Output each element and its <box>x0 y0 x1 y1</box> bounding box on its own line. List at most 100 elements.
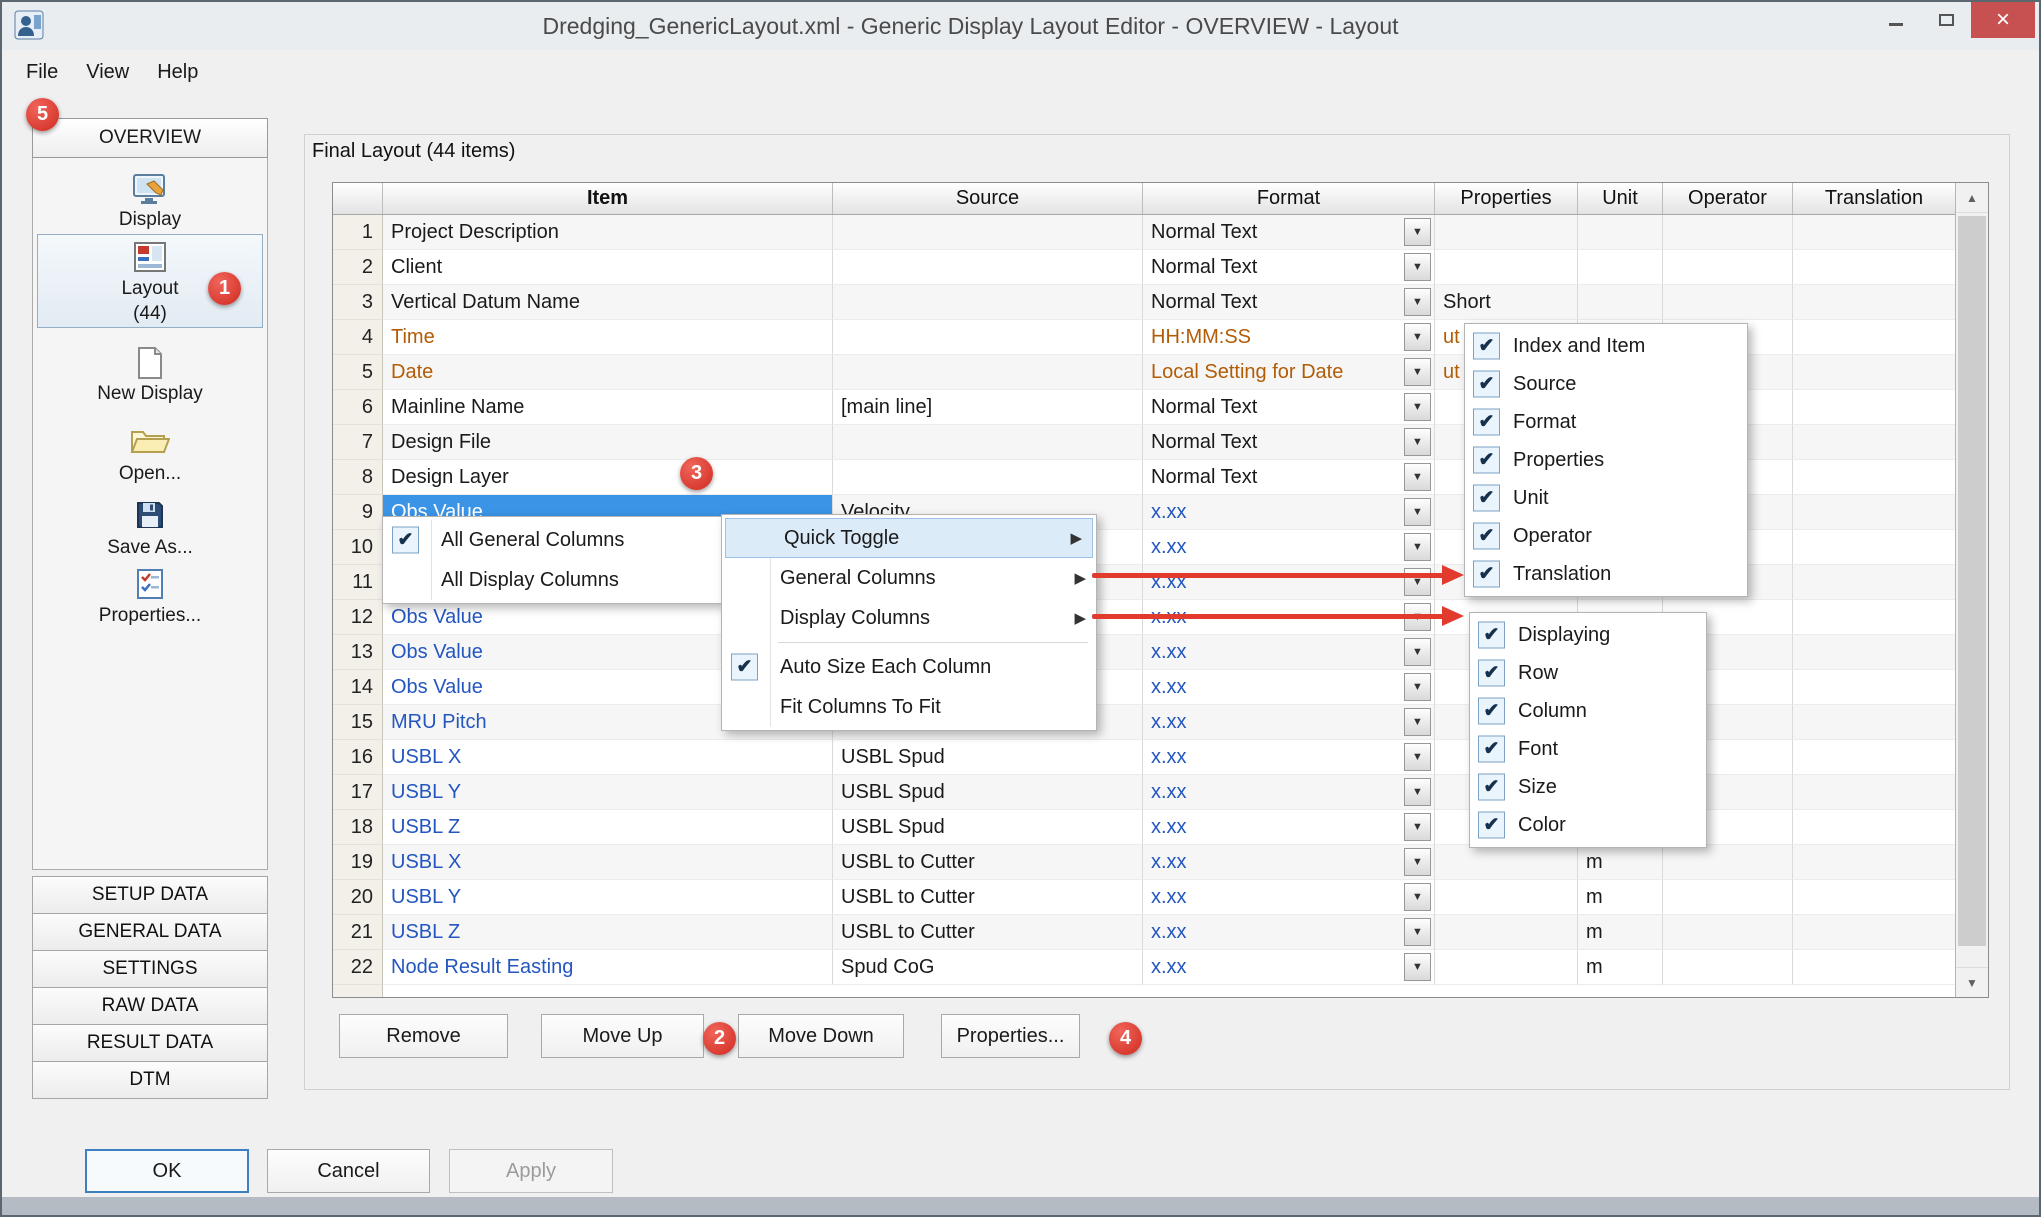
operator-cell[interactable] <box>1663 845 1793 880</box>
menu-item-all-display-columns[interactable]: All Display Columns <box>383 560 721 600</box>
scroll-down-icon[interactable]: ▼ <box>1956 967 1988 997</box>
format-cell[interactable]: x.xx▼ <box>1143 530 1435 565</box>
translation-cell[interactable] <box>1793 390 1956 425</box>
menu-help[interactable]: Help <box>143 50 212 94</box>
translation-cell[interactable] <box>1793 880 1956 915</box>
source-cell[interactable]: USBL to Cutter <box>833 845 1143 880</box>
menu-item-operator[interactable]: ✔Operator <box>1465 517 1747 555</box>
format-cell[interactable]: Normal Text▼ <box>1143 460 1435 495</box>
format-cell[interactable]: x.xx▼ <box>1143 915 1435 950</box>
properties-cell[interactable] <box>1435 215 1578 250</box>
menu-item-row[interactable]: ✔Row <box>1470 654 1706 692</box>
column-header-translation[interactable]: Translation <box>1793 183 1956 214</box>
format-cell[interactable]: Normal Text▼ <box>1143 390 1435 425</box>
translation-cell[interactable] <box>1793 530 1956 565</box>
row-number-cell[interactable]: 4 <box>333 320 383 355</box>
item-cell[interactable]: Date <box>383 355 833 390</box>
format-cell[interactable]: Normal Text▼ <box>1143 215 1435 250</box>
format-dropdown-arrow-icon[interactable]: ▼ <box>1404 883 1431 911</box>
properties-cell[interactable] <box>1435 880 1578 915</box>
sidebar-item-save-as[interactable]: Save As... <box>37 494 263 556</box>
row-number-cell[interactable]: 20 <box>333 880 383 915</box>
vertical-scrollbar[interactable]: ▲▼ <box>1955 183 1988 997</box>
row-number-cell[interactable]: 7 <box>333 425 383 460</box>
format-dropdown-arrow-icon[interactable]: ▼ <box>1404 638 1431 666</box>
menu-item-fit-columns-to-fit[interactable]: Fit Columns To Fit <box>722 687 1096 727</box>
source-cell[interactable]: [main line] <box>833 390 1143 425</box>
operator-cell[interactable] <box>1663 215 1793 250</box>
menu-item-unit[interactable]: ✔Unit <box>1465 479 1747 517</box>
translation-cell[interactable] <box>1793 495 1956 530</box>
properties-cell[interactable] <box>1435 845 1578 880</box>
sidebar-section-result-data[interactable]: RESULT DATA <box>32 1024 268 1062</box>
menu-item-source[interactable]: ✔Source <box>1465 365 1747 403</box>
menu-item-font[interactable]: ✔Font <box>1470 730 1706 768</box>
source-cell[interactable] <box>833 355 1143 390</box>
menu-item-quick-toggle[interactable]: Quick Toggle▶ <box>725 518 1093 558</box>
row-number-cell[interactable]: 13 <box>333 635 383 670</box>
table-row[interactable]: 22Node Result EastingSpud CoGx.xx▼m <box>333 950 1988 985</box>
row-number-cell[interactable]: 22 <box>333 950 383 985</box>
row-number-cell[interactable]: 9 <box>333 495 383 530</box>
row-number-cell[interactable]: 10 <box>333 530 383 565</box>
translation-cell[interactable] <box>1793 705 1956 740</box>
table-row[interactable]: 18USBL ZUSBL Spudx.xx▼ <box>333 810 1988 845</box>
ok-button[interactable]: OK <box>85 1149 249 1193</box>
table-row[interactable]: 17USBL YUSBL Spudx.xx▼ <box>333 775 1988 810</box>
row-number-cell[interactable]: 8 <box>333 460 383 495</box>
translation-cell[interactable] <box>1793 565 1956 600</box>
format-cell[interactable]: HH:MM:SS▼ <box>1143 320 1435 355</box>
table-row[interactable]: 15MRU PitchVRU Ladderx.xx▼ <box>333 705 1988 740</box>
menu-item-index-and-item[interactable]: ✔Index and Item <box>1465 327 1747 365</box>
table-row[interactable]: 21USBL ZUSBL to Cutterx.xx▼m <box>333 915 1988 950</box>
format-dropdown-arrow-icon[interactable]: ▼ <box>1404 288 1431 316</box>
translation-cell[interactable] <box>1793 285 1956 320</box>
item-cell[interactable]: Design Layer <box>383 460 833 495</box>
item-cell[interactable]: Time <box>383 320 833 355</box>
operator-cell[interactable] <box>1663 880 1793 915</box>
menu-item-properties[interactable]: ✔Properties <box>1465 441 1747 479</box>
unit-cell[interactable] <box>1578 250 1663 285</box>
format-dropdown-arrow-icon[interactable]: ▼ <box>1404 778 1431 806</box>
column-header-index[interactable] <box>333 183 383 214</box>
sidebar-header-overview[interactable]: OVERVIEW <box>32 118 268 158</box>
format-dropdown-arrow-icon[interactable]: ▼ <box>1404 918 1431 946</box>
table-row[interactable]: 1Project DescriptionNormal Text▼ <box>333 215 1988 250</box>
source-cell[interactable] <box>833 215 1143 250</box>
menu-item-column[interactable]: ✔Column <box>1470 692 1706 730</box>
format-cell[interactable]: x.xx▼ <box>1143 810 1435 845</box>
scroll-up-icon[interactable]: ▲ <box>1956 183 1988 213</box>
format-cell[interactable]: x.xx▼ <box>1143 495 1435 530</box>
source-cell[interactable] <box>833 320 1143 355</box>
source-cell[interactable]: USBL to Cutter <box>833 880 1143 915</box>
source-cell[interactable] <box>833 425 1143 460</box>
column-header-format[interactable]: Format <box>1143 183 1435 214</box>
format-cell[interactable]: x.xx▼ <box>1143 670 1435 705</box>
format-cell[interactable]: x.xx▼ <box>1143 565 1435 600</box>
table-row[interactable]: 2ClientNormal Text▼ <box>333 250 1988 285</box>
translation-cell[interactable] <box>1793 740 1956 775</box>
source-cell[interactable] <box>833 285 1143 320</box>
maximize-button[interactable] <box>1921 2 1971 38</box>
format-dropdown-arrow-icon[interactable]: ▼ <box>1404 463 1431 491</box>
table-row[interactable]: 13Obs Valuex.xx▼ <box>333 635 1988 670</box>
translation-cell[interactable] <box>1793 845 1956 880</box>
format-dropdown-arrow-icon[interactable]: ▼ <box>1404 743 1431 771</box>
properties-cell[interactable] <box>1435 915 1578 950</box>
properties-cell[interactable] <box>1435 250 1578 285</box>
item-cell[interactable]: USBL X <box>383 740 833 775</box>
item-cell[interactable]: Node Result Easting <box>383 950 833 985</box>
sidebar-section-dtm[interactable]: DTM <box>32 1061 268 1099</box>
item-cell[interactable]: USBL Z <box>383 810 833 845</box>
unit-cell[interactable]: m <box>1578 915 1663 950</box>
menu-item-displaying[interactable]: ✔Displaying <box>1470 616 1706 654</box>
row-number-cell[interactable]: 2 <box>333 250 383 285</box>
unit-cell[interactable] <box>1578 285 1663 320</box>
row-number-cell[interactable]: 5 <box>333 355 383 390</box>
row-number-cell[interactable]: 14 <box>333 670 383 705</box>
column-header-item[interactable]: Item <box>383 183 833 214</box>
format-cell[interactable]: x.xx▼ <box>1143 740 1435 775</box>
translation-cell[interactable] <box>1793 775 1956 810</box>
table-row[interactable]: 20USBL YUSBL to Cutterx.xx▼m <box>333 880 1988 915</box>
row-number-cell[interactable]: 11 <box>333 565 383 600</box>
